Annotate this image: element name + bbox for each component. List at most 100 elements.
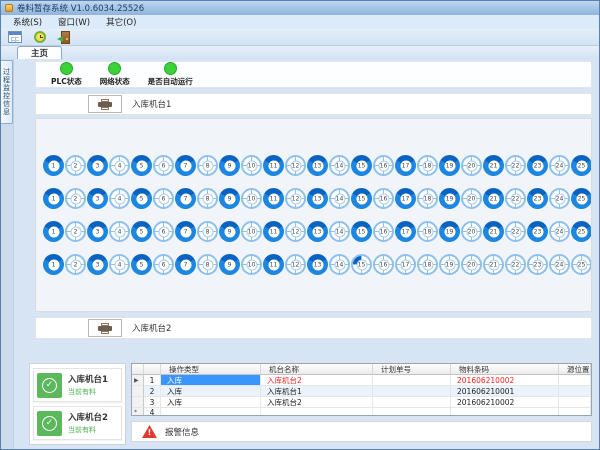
table-cell[interactable] (559, 408, 591, 416)
table-header-row: 操作类型 机台名称 计划单号 物料条码 源位置 (132, 364, 591, 375)
window-title: 卷料暂存系统 V1.0.6034.25526 (17, 2, 144, 14)
menu-item-window[interactable]: 窗口(W) (50, 16, 98, 28)
table-cell[interactable]: 3 (144, 397, 161, 408)
table-cell[interactable]: 入库机台2 (261, 397, 373, 408)
table-cell[interactable]: 入库机台1 (261, 386, 373, 397)
menu-item-other[interactable]: 其它(O) (98, 16, 144, 28)
col-header-source-loc[interactable]: 源位置 (559, 364, 591, 375)
reel-slot-full: 7 (175, 254, 196, 275)
status-item-auto: 是否自动运行 (139, 62, 202, 87)
check-icon: ✓ (37, 411, 62, 436)
col-header-op-type[interactable]: 操作类型 (161, 364, 261, 375)
auto-run-label: 是否自动运行 (148, 76, 193, 87)
col-header-plan-no[interactable]: 计划单号 (373, 364, 451, 375)
table-cell[interactable] (161, 408, 261, 416)
table-cell[interactable] (132, 397, 144, 408)
reel-slot-empty: 14 (329, 254, 350, 275)
reel-slot-full: 15 (351, 188, 372, 209)
clock-icon[interactable] (31, 30, 49, 45)
table-cell[interactable]: ▶ (132, 375, 144, 386)
section-header-machine1: 入库机台1 (35, 93, 592, 115)
table-cell[interactable] (373, 397, 451, 408)
table-row[interactable]: ▶1入库入库机台2 201606210002 (132, 375, 591, 386)
reel-slot-empty: 22 (505, 155, 526, 176)
reel-slot-empty: 8 (197, 221, 218, 242)
table-cell[interactable] (261, 408, 373, 416)
tab-home[interactable]: 主页 (17, 46, 62, 59)
reel-slot-empty: 12 (285, 254, 306, 275)
reel-slot-full: 25 (571, 221, 592, 242)
table-cell[interactable]: 201606210002 (451, 397, 559, 408)
tabstrip: 主页 (1, 46, 599, 59)
table-cell[interactable]: 入库 (161, 375, 261, 386)
tab-home-label: 主页 (31, 47, 48, 59)
table-cell[interactable]: 201606210002 (451, 375, 559, 386)
print-button-machine1[interactable] (88, 95, 122, 113)
reel-slot-full: 19 (439, 188, 460, 209)
table-cell[interactable] (373, 386, 451, 397)
table-cell[interactable]: 2 (144, 386, 161, 397)
right-column: 操作类型 机台名称 计划单号 物料条码 源位置 ▶1入库入库机台2 2016062… (131, 363, 592, 445)
reel-slot-empty: 22 (505, 254, 526, 275)
warning-icon: ! (142, 425, 157, 438)
left-dock-strip: 过程监控信息 (1, 59, 14, 449)
table-cell[interactable] (373, 408, 451, 416)
row-number-header (144, 364, 161, 375)
print-button-machine2[interactable] (88, 319, 122, 337)
table-cell[interactable] (559, 397, 591, 408)
reel-slot-partial: 15 (351, 254, 372, 275)
reel-slot-full: 9 (219, 188, 240, 209)
table-cell[interactable]: 入库机台2 (261, 375, 373, 386)
bottom-dock: ✓ 入库机台1 当前有料 ✓ 入库机台2 当前有料 (29, 363, 592, 445)
calendar-glyph (8, 31, 22, 43)
menu-item-system[interactable]: 系统(S) (5, 16, 50, 28)
toolbar (1, 29, 599, 46)
table-cell[interactable]: * (132, 408, 144, 416)
reel-slot-full: 23 (527, 155, 548, 176)
titlebar: 卷料暂存系统 V1.0.6034.25526 (1, 1, 599, 15)
reel-slot-full: 13 (307, 221, 328, 242)
table-cell[interactable] (373, 375, 451, 386)
reel-slot-empty: 2 (65, 254, 86, 275)
alarm-bar: ! 报警信息 (131, 421, 592, 442)
auto-run-indicator (164, 62, 177, 75)
table-cell[interactable] (451, 408, 559, 416)
slot-row: 1234567891011121314151617181920212223242… (43, 188, 585, 209)
reel-slot-full: 7 (175, 221, 196, 242)
table-row[interactable]: 3入库入库机台2 201606210002 (132, 397, 591, 408)
table-cell[interactable]: 4 (144, 408, 161, 416)
app-icon (5, 4, 13, 12)
reel-slot-empty: 14 (329, 221, 350, 242)
table-row[interactable]: *4 (132, 408, 591, 416)
section-title-machine1: 入库机台1 (132, 98, 171, 110)
reel-slot-empty: 10 (241, 254, 262, 275)
reel-slot-empty: 24 (549, 254, 570, 275)
table-cell[interactable] (559, 386, 591, 397)
exit-door-icon[interactable] (56, 30, 74, 45)
reel-slot-full: 21 (483, 155, 504, 176)
reel-slot-full: 1 (43, 221, 64, 242)
table-row[interactable]: 2入库入库机台1 201606210001 (132, 386, 591, 397)
reel-slot-empty: 12 (285, 155, 306, 176)
table-cell[interactable]: 1 (144, 375, 161, 386)
printer-icon (98, 99, 112, 110)
table-cell[interactable] (132, 386, 144, 397)
reel-slot-empty: 16 (373, 254, 394, 275)
content-area: 过程监控信息 PLC状态 网络状态 是否自动运行 (1, 59, 599, 449)
slot-grid: 1234567891011121314151617181920212223242… (35, 118, 592, 312)
reel-slot-empty: 18 (417, 188, 438, 209)
table-cell[interactable]: 入库 (161, 397, 261, 408)
operations-table[interactable]: 操作类型 机台名称 计划单号 物料条码 源位置 ▶1入库入库机台2 2016062… (131, 363, 592, 416)
reel-slot-empty: 2 (65, 221, 86, 242)
col-header-machine-name[interactable]: 机台名称 (261, 364, 373, 375)
slot-row: 1234567891011121314151617181920212223242… (43, 155, 585, 176)
calendar-icon[interactable] (6, 30, 24, 45)
table-cell[interactable]: 入库 (161, 386, 261, 397)
reel-slot-empty: 20 (461, 188, 482, 209)
reel-slot-empty: 2 (65, 188, 86, 209)
table-cell[interactable] (559, 375, 591, 386)
col-header-barcode[interactable]: 物料条码 (451, 364, 559, 375)
reel-slot-full: 5 (131, 254, 152, 275)
side-panel-tab[interactable]: 过程监控信息 (1, 60, 13, 124)
table-cell[interactable]: 201606210001 (451, 386, 559, 397)
